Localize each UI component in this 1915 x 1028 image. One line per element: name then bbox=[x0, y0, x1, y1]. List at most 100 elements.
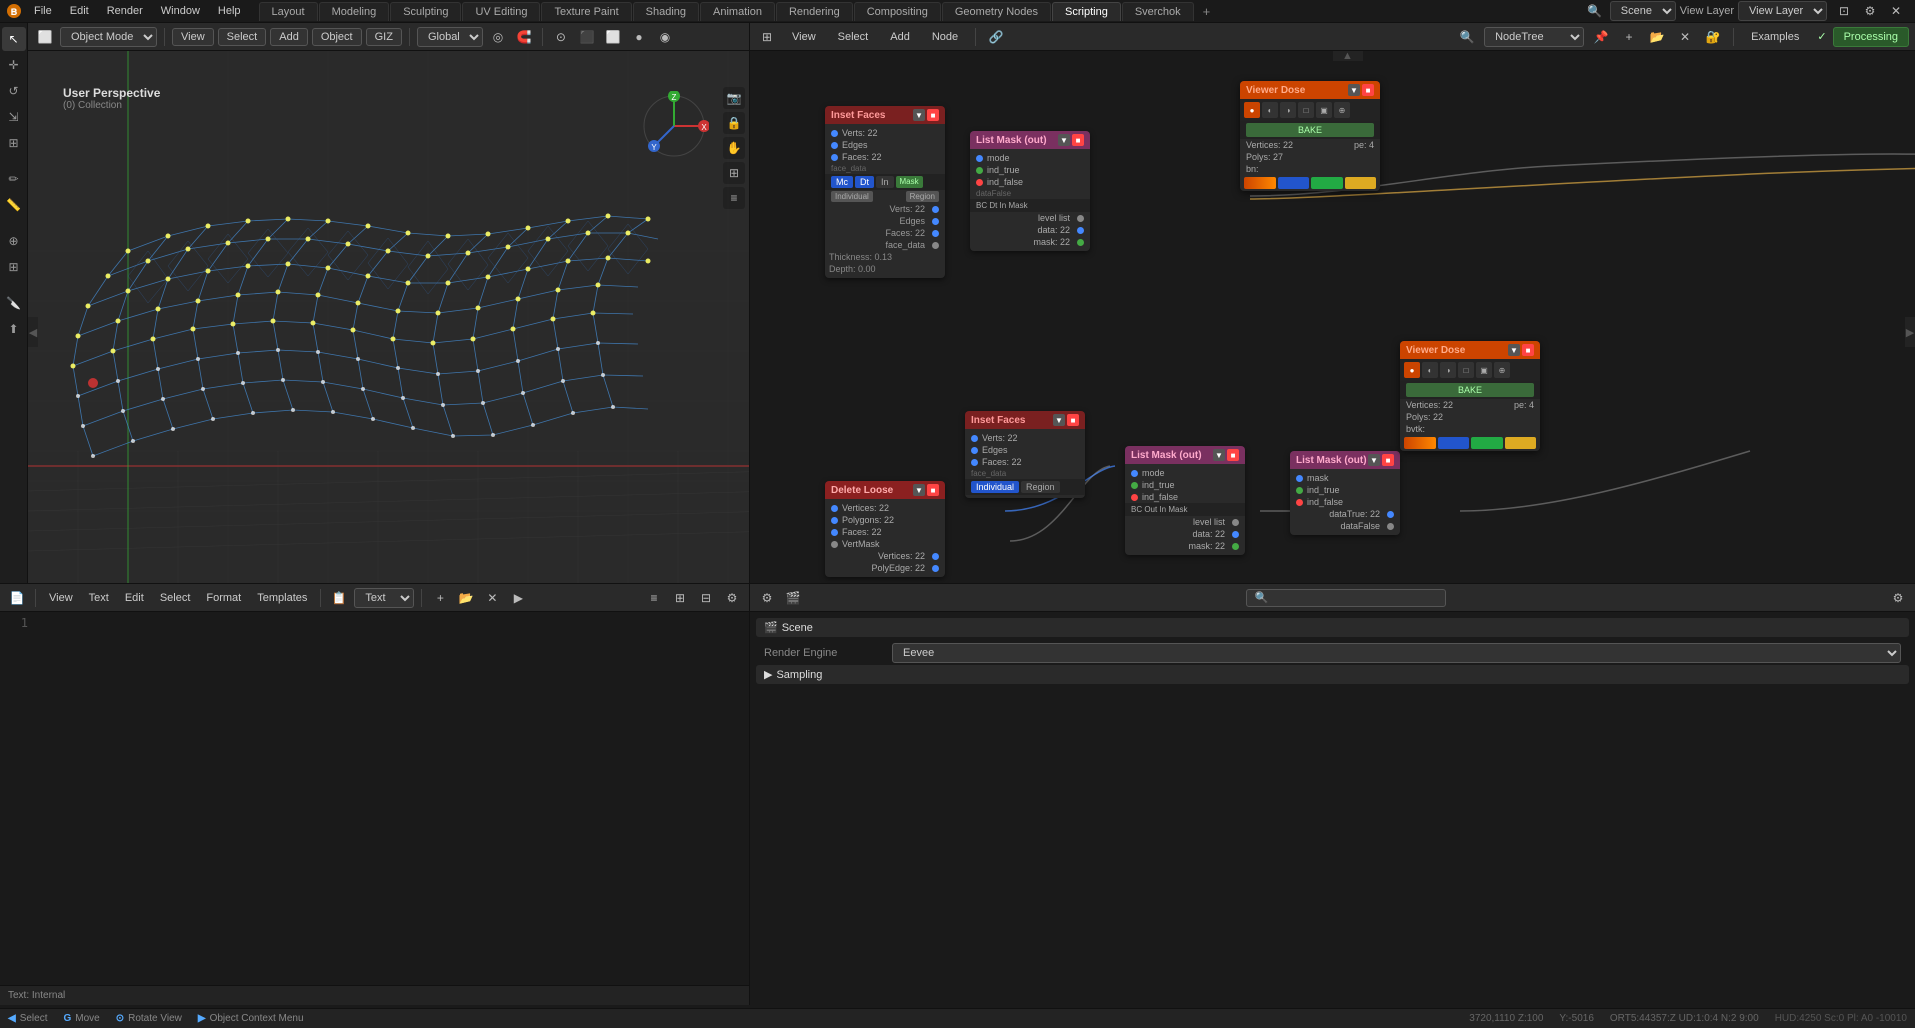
screen-icon[interactable]: ⊡ bbox=[1833, 0, 1855, 22]
shading-solid-icon[interactable]: ⬛ bbox=[576, 26, 598, 48]
viewport-editor-icon[interactable]: ⬜ bbox=[34, 26, 56, 48]
tool-extrude[interactable]: ⬆ bbox=[2, 317, 26, 341]
vd-1-close[interactable]: ■ bbox=[1362, 84, 1374, 96]
vd-1-icon-3[interactable]: ◑ bbox=[1280, 102, 1296, 118]
vd-2-close[interactable]: ■ bbox=[1522, 344, 1534, 356]
inset-faces-2-close[interactable]: ■ bbox=[1067, 414, 1079, 426]
tab-geometry-nodes[interactable]: Geometry Nodes bbox=[942, 2, 1051, 21]
vd-2-icon-1[interactable]: ● bbox=[1404, 362, 1420, 378]
vd-1-icon-1[interactable]: ● bbox=[1244, 102, 1260, 118]
vd-2-icon-5[interactable]: ▣ bbox=[1476, 362, 1492, 378]
inset-1-individual[interactable]: Individual bbox=[831, 191, 873, 202]
window-menu[interactable]: Window bbox=[153, 3, 208, 19]
tab-layout[interactable]: Layout bbox=[259, 2, 318, 21]
pivot-icon[interactable]: ◎ bbox=[487, 26, 509, 48]
te-open-icon[interactable]: 📂 bbox=[455, 587, 477, 609]
list-mask-1-expand[interactable]: ▼ bbox=[1058, 134, 1070, 146]
te-close-icon[interactable]: ✕ bbox=[481, 587, 503, 609]
inset-faces-2-expand[interactable]: ▼ bbox=[1053, 414, 1065, 426]
transform-selector[interactable]: Global bbox=[417, 27, 483, 47]
te-lines-icon[interactable]: ≡ bbox=[643, 587, 665, 609]
search-icon[interactable]: 🔍 bbox=[1584, 0, 1606, 22]
render-engine-selector[interactable]: Eevee bbox=[892, 643, 1901, 663]
viewport-icon-layers[interactable]: ≡ bbox=[723, 187, 745, 209]
node-fake-user-icon[interactable]: 🔐 bbox=[1702, 26, 1724, 48]
viewer-dose-node-2[interactable]: Viewer Dose ▼ ■ ● ◐ ◑ □ ▣ ⊕ bbox=[1400, 341, 1540, 451]
list-mask-2-expand[interactable]: ▼ bbox=[1213, 449, 1225, 461]
inset-faces-1-close[interactable]: ■ bbox=[927, 109, 939, 121]
tab-sculpting[interactable]: Sculpting bbox=[390, 2, 461, 21]
tab-uv-editing[interactable]: UV Editing bbox=[462, 2, 540, 21]
snap-icon[interactable]: 🧲 bbox=[513, 26, 535, 48]
vd-2-icon-3[interactable]: ◑ bbox=[1440, 362, 1456, 378]
list-mask-1-close[interactable]: ■ bbox=[1072, 134, 1084, 146]
props-search-input[interactable] bbox=[1246, 589, 1446, 607]
shading-render-icon[interactable]: ◉ bbox=[654, 26, 676, 48]
te-grid-icon[interactable]: ⊞ bbox=[669, 587, 691, 609]
node-open-icon[interactable]: 📂 bbox=[1646, 26, 1668, 48]
props-sampling-header[interactable]: ▶ Sampling bbox=[756, 665, 1909, 684]
node-editor-top-collapse[interactable]: ▲ bbox=[1333, 51, 1363, 61]
tab-shading[interactable]: Shading bbox=[633, 2, 699, 21]
node-pin-icon[interactable]: 📌 bbox=[1590, 26, 1612, 48]
inset-faces-node-2[interactable]: Inset Faces ▼ ■ Verts: 22 Edges Faces: 2… bbox=[965, 411, 1085, 498]
object-mode-selector[interactable]: Object Mode bbox=[60, 27, 157, 47]
tool-select[interactable]: ↖ bbox=[2, 27, 26, 51]
node-select-btn[interactable]: Select bbox=[830, 29, 877, 45]
node-tree-selector[interactable]: NodeTree bbox=[1484, 27, 1584, 47]
vd-1-bake-btn[interactable]: BAKE bbox=[1246, 123, 1374, 137]
inset-1-mask[interactable]: Mask bbox=[896, 176, 923, 188]
tool-knife[interactable]: 🔪 bbox=[2, 291, 26, 315]
inset-1-region[interactable]: Region bbox=[906, 191, 939, 202]
props-settings-icon[interactable]: ⚙ bbox=[1887, 587, 1909, 609]
vd-2-expand[interactable]: ▼ bbox=[1508, 344, 1520, 356]
3d-viewport[interactable]: ⬜ Object Mode View Select Add Object GIZ… bbox=[28, 23, 750, 583]
tab-texture-paint[interactable]: Texture Paint bbox=[541, 2, 631, 21]
list-mask-sm-close[interactable]: ■ bbox=[1382, 454, 1394, 466]
tab-rendering[interactable]: Rendering bbox=[776, 2, 853, 21]
shading-material-icon[interactable]: ● bbox=[628, 26, 650, 48]
inset-1-dt[interactable]: Dt bbox=[855, 176, 874, 188]
tool-annotate[interactable]: ✏ bbox=[2, 167, 26, 191]
vd-1-expand[interactable]: ▼ bbox=[1348, 84, 1360, 96]
tab-modeling[interactable]: Modeling bbox=[319, 2, 390, 21]
te-run-icon[interactable]: ▶ bbox=[507, 587, 529, 609]
vd-2-icon-4[interactable]: □ bbox=[1458, 362, 1474, 378]
view-btn[interactable]: View bbox=[172, 28, 214, 46]
viewport-icon-hand[interactable]: ✋ bbox=[723, 137, 745, 159]
settings-icon[interactable]: ⚙ bbox=[1859, 0, 1881, 22]
vd-1-icon-2[interactable]: ◐ bbox=[1262, 102, 1278, 118]
node-editor-icon[interactable]: ⊞ bbox=[756, 26, 778, 48]
shading-wire-icon[interactable]: ⬜ bbox=[602, 26, 624, 48]
list-mask-sm-expand[interactable]: ▼ bbox=[1368, 454, 1380, 466]
viewport-canvas[interactable]: User Perspective (0) Collection X Z bbox=[28, 51, 749, 583]
inset-2-region[interactable]: Region bbox=[1021, 481, 1060, 493]
list-mask-small-node[interactable]: List Mask (out) ▼ ■ mask ind_true ind_fa… bbox=[1290, 451, 1400, 535]
list-mask-input-node-1[interactable]: List Mask (out) ▼ ■ mode ind_true ind_fa… bbox=[970, 131, 1090, 251]
add-btn[interactable]: Add bbox=[270, 28, 308, 46]
text-content-area[interactable]: 1 bbox=[0, 612, 749, 985]
help-menu[interactable]: Help bbox=[210, 3, 249, 19]
list-mask-input-node-2[interactable]: List Mask (out) ▼ ■ mode ind_true ind_fa… bbox=[1125, 446, 1245, 555]
tab-animation[interactable]: Animation bbox=[700, 2, 775, 21]
vd-2-bake-btn[interactable]: BAKE bbox=[1406, 383, 1534, 397]
node-node-btn[interactable]: Node bbox=[924, 29, 966, 45]
viewport-icon-camera[interactable]: 📷 bbox=[723, 87, 745, 109]
tool-move[interactable]: ✛ bbox=[2, 53, 26, 77]
node-toggle-icon[interactable]: 🔗 bbox=[985, 26, 1007, 48]
te-align-icon[interactable]: ⊟ bbox=[695, 587, 717, 609]
tool-transform[interactable]: ⊞ bbox=[2, 131, 26, 155]
node-new-icon[interactable]: + bbox=[1618, 26, 1640, 48]
te-file-icon[interactable]: 📋 bbox=[328, 587, 350, 609]
viewport-icon-lock[interactable]: 🔒 bbox=[723, 112, 745, 134]
file-menu[interactable]: File bbox=[26, 3, 60, 19]
te-edit-btn[interactable]: Edit bbox=[119, 590, 150, 606]
overlay-icon[interactable]: ⊙ bbox=[550, 26, 572, 48]
search-node-icon[interactable]: 🔍 bbox=[1456, 26, 1478, 48]
props-scene-icon[interactable]: 🎬 bbox=[782, 587, 804, 609]
vd-1-icon-5[interactable]: ▣ bbox=[1316, 102, 1332, 118]
node-x-icon[interactable]: ✕ bbox=[1674, 26, 1696, 48]
te-new-icon[interactable]: + bbox=[429, 587, 451, 609]
edit-menu[interactable]: Edit bbox=[62, 3, 97, 19]
te-select-btn[interactable]: Select bbox=[154, 590, 197, 606]
